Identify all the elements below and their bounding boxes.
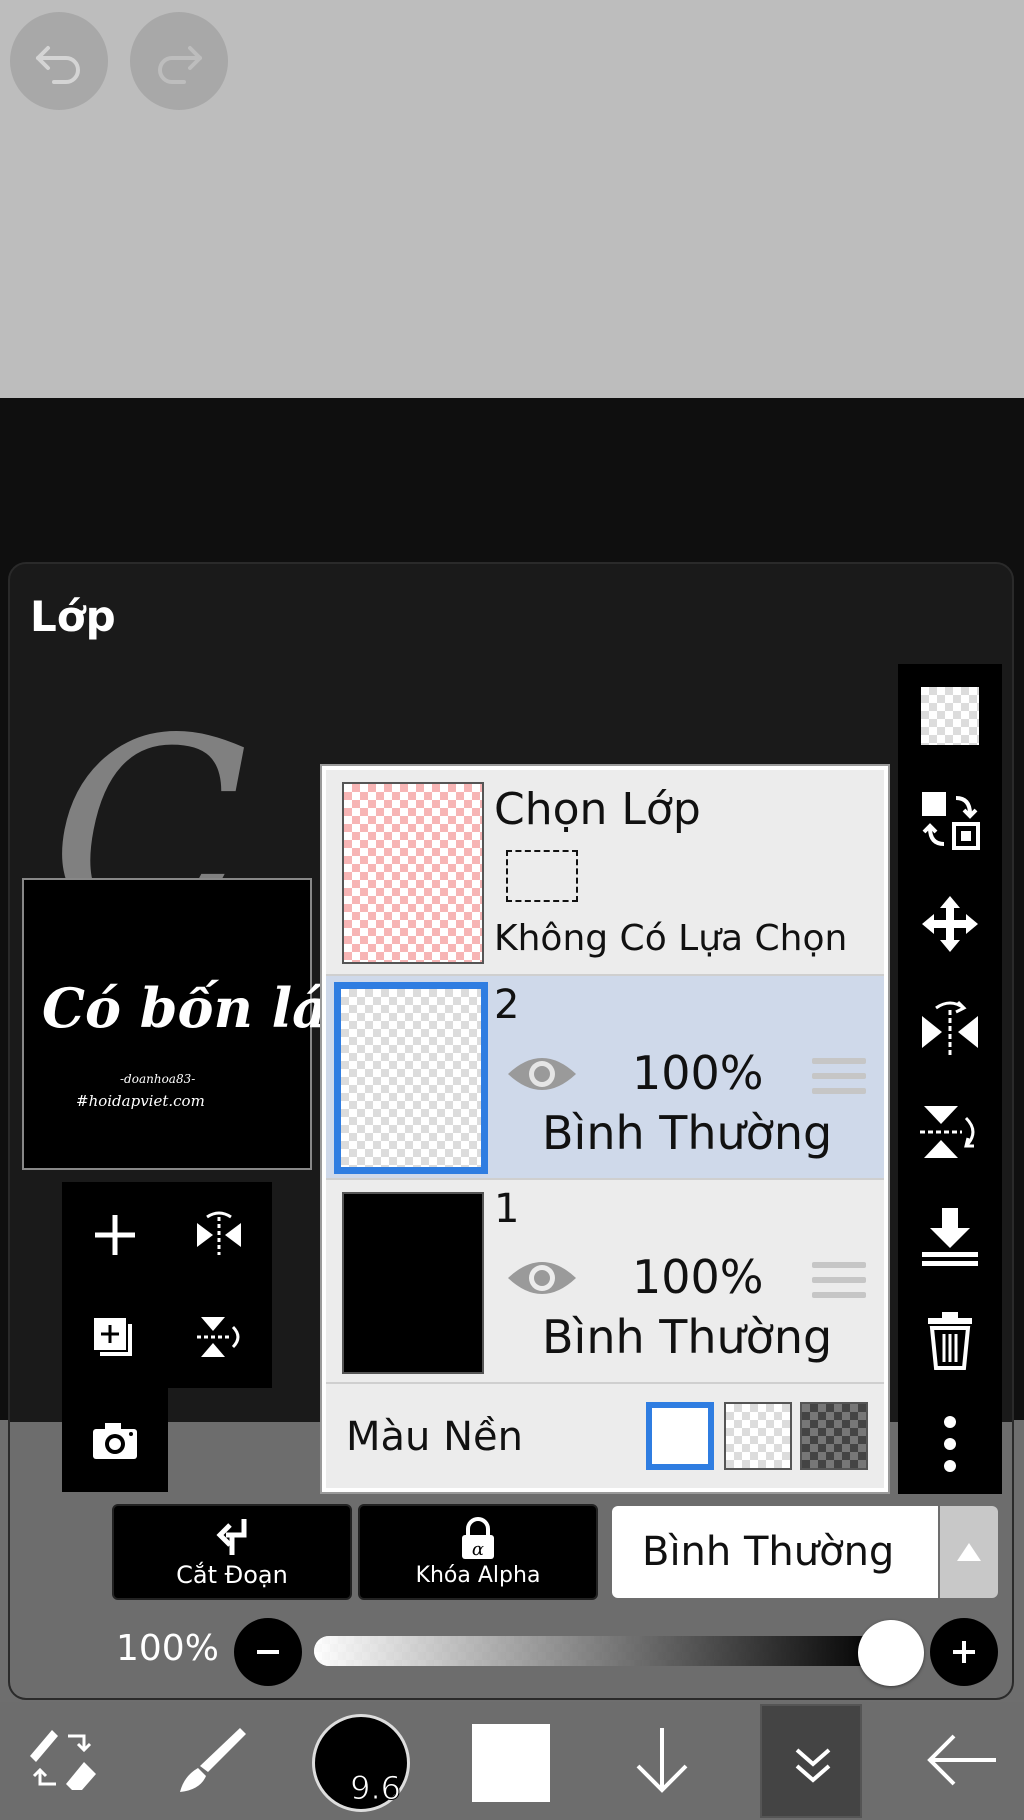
opacity-decrease-button[interactable] — [234, 1618, 302, 1686]
background-transparent-option[interactable] — [724, 1402, 792, 1470]
brush-size-value: 9.6 — [350, 1769, 402, 1808]
svg-text:α: α — [472, 1539, 484, 1560]
clipping-button[interactable]: Cắt Đoạn — [112, 1504, 352, 1600]
plus-icon — [95, 1215, 135, 1255]
delete-layer-button[interactable] — [912, 1302, 988, 1378]
opacity-value-label: 100% — [116, 1628, 219, 1669]
add-layer-button[interactable] — [70, 1190, 160, 1280]
brush-icon — [180, 1728, 246, 1792]
duplicate-icon — [92, 1316, 134, 1358]
panel-title: Lớp — [30, 592, 116, 641]
visibility-eye-icon[interactable] — [506, 1252, 578, 1304]
selection-layer-status: Không Có Lựa Chọn — [494, 918, 848, 959]
layer-list: Chọn Lớp Không Có Lựa Chọn 2 100% Bình T… — [322, 766, 888, 1492]
background-dark-option[interactable] — [800, 1402, 868, 1470]
blend-mode-select[interactable]: Bình Thường — [612, 1506, 938, 1598]
blend-mode-dropdown-button[interactable] — [940, 1506, 998, 1598]
transparent-checker-button[interactable] — [912, 678, 988, 754]
selection-layer-row[interactable]: Chọn Lớp Không Có Lựa Chọn — [326, 770, 884, 976]
selection-layer-title: Chọn Lớp — [494, 784, 701, 835]
alpha-lock-label: Khóa Alpha — [415, 1562, 541, 1588]
layer-row-1[interactable]: 1 100% Bình Thường — [326, 1180, 884, 1384]
layer-panel-toggle-button[interactable] — [760, 1704, 862, 1818]
merge-down-icon — [922, 1208, 978, 1266]
background-color-label: Màu Nền — [346, 1414, 523, 1460]
layer-1-blend-mode: Bình Thường — [542, 1310, 833, 1364]
duplicate-layer-button[interactable] — [70, 1292, 160, 1382]
preview-sub-text-2: #hoidapviet.com — [76, 1092, 205, 1110]
flip-vertical-button[interactable] — [174, 1292, 264, 1382]
layer-2-blend-mode: Bình Thường — [542, 1106, 833, 1160]
checker-icon — [921, 687, 979, 745]
merge-down-button[interactable] — [912, 1198, 988, 1274]
swap-icon — [922, 792, 980, 850]
brush-eraser-switch-icon — [30, 1730, 96, 1790]
drag-handle-icon[interactable] — [812, 1262, 866, 1302]
more-vertical-icon — [944, 1416, 956, 1472]
triangle-up-icon — [957, 1543, 981, 1561]
undo-button[interactable] — [10, 12, 108, 110]
flip-horizontal-icon — [197, 1211, 241, 1255]
layer-2-thumbnail — [334, 982, 488, 1174]
layer-1-number: 1 — [494, 1186, 520, 1232]
layer-down-button[interactable] — [612, 1710, 712, 1810]
minus-icon — [257, 1650, 279, 1654]
canvas-preview: Có bốn lá -doanhoa83- #hoidapviet.com — [22, 878, 327, 1170]
move-layer-button[interactable] — [912, 886, 988, 962]
canvas-top-area — [0, 0, 1024, 398]
flip-horizontal-button[interactable] — [174, 1190, 264, 1280]
layer-1-opacity: 100% — [632, 1250, 764, 1304]
tool-switch-button[interactable] — [12, 1710, 112, 1810]
background-white-option[interactable] — [646, 1402, 714, 1470]
current-color-swatch[interactable] — [472, 1724, 550, 1802]
selection-layer-thumbnail — [342, 782, 484, 964]
plus-icon — [953, 1641, 975, 1663]
layer-2-opacity: 100% — [632, 1046, 764, 1100]
back-button[interactable] — [912, 1710, 1012, 1810]
drag-handle-icon[interactable] — [812, 1058, 866, 1098]
opacity-slider-track[interactable] — [314, 1636, 882, 1666]
camera-button[interactable] — [70, 1396, 160, 1486]
layer-2-number: 2 — [494, 982, 520, 1028]
alpha-lock-button[interactable]: α Khóa Alpha — [358, 1504, 598, 1600]
flip-vertical-side-button[interactable] — [912, 1094, 988, 1170]
redo-button[interactable] — [130, 12, 228, 110]
clip-arrow-icon — [216, 1519, 247, 1555]
flip-vertical-icon — [920, 1106, 975, 1158]
preview-sub-text-1: -doanhoa83- — [120, 1072, 196, 1086]
bottom-toolbar: 9.6 — [0, 1702, 1024, 1820]
arrow-left-icon — [927, 1734, 996, 1786]
background-color-row: Màu Nền — [326, 1384, 884, 1488]
camera-icon — [93, 1423, 137, 1459]
undo-icon — [36, 46, 80, 84]
swap-layer-button[interactable] — [912, 782, 988, 858]
arrow-down-icon — [636, 1728, 688, 1793]
trash-icon — [928, 1312, 972, 1370]
lock-icon: α — [462, 1516, 494, 1560]
move-icon — [922, 896, 978, 952]
flip-horizontal-side-button[interactable] — [912, 990, 988, 1066]
more-options-button[interactable] — [912, 1406, 988, 1482]
double-chevron-down-icon — [795, 1748, 831, 1783]
selection-marquee-icon — [506, 850, 578, 902]
redo-icon — [158, 46, 202, 84]
flip-vertical-icon — [197, 1317, 240, 1357]
clipping-label: Cắt Đoạn — [176, 1561, 288, 1589]
layer-row-2[interactable]: 2 100% Bình Thường — [326, 976, 884, 1180]
visibility-eye-icon[interactable] — [506, 1048, 578, 1100]
brush-size-indicator[interactable]: 9.6 — [312, 1714, 410, 1812]
brush-tool-button[interactable] — [160, 1710, 260, 1810]
preview-main-text: Có bốn lá — [42, 976, 328, 1040]
opacity-increase-button[interactable] — [930, 1618, 998, 1686]
layer-side-toolbar — [898, 664, 1002, 1494]
opacity-slider-thumb[interactable] — [858, 1620, 924, 1686]
layer-1-thumbnail — [342, 1192, 484, 1374]
flip-horizontal-icon — [922, 1000, 978, 1056]
